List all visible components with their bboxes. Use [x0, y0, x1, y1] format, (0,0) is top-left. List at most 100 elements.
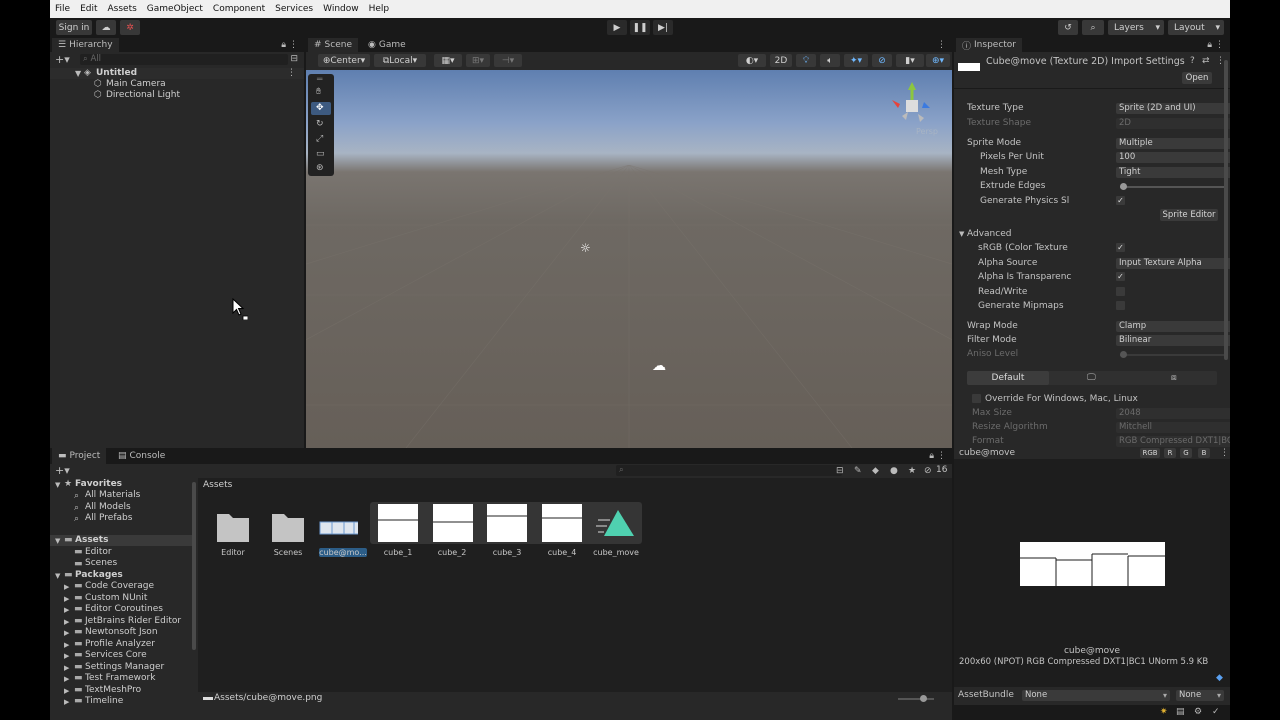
chevron-right-icon[interactable]: ▶: [64, 675, 69, 684]
texture-type-dropdown[interactable]: Sprite (2D and UI): [1116, 103, 1230, 114]
camera-gizmo-icon[interactable]: ☁: [652, 359, 666, 373]
info-icon[interactable]: ●: [890, 467, 898, 476]
chevron-right-icon[interactable]: ▶: [64, 595, 69, 604]
sign-in-button[interactable]: Sign in: [56, 20, 92, 35]
extrude-slider-track[interactable]: [1120, 186, 1228, 188]
wrap-mode-dropdown[interactable]: Clamp: [1116, 321, 1230, 332]
preset-icon[interactable]: ⇄: [1202, 57, 1210, 66]
sprite-mode-dropdown[interactable]: Multiple: [1116, 138, 1230, 149]
chevron-right-icon[interactable]: ▶: [64, 698, 69, 707]
filter-mode-dropdown[interactable]: Bilinear: [1116, 335, 1230, 346]
hand-tool-icon[interactable]: ✋︎: [316, 88, 321, 97]
audio-icon[interactable]: 🔈︎: [820, 54, 840, 67]
add-icon[interactable]: +▾: [55, 54, 70, 65]
chevron-down-icon[interactable]: ▼: [55, 537, 60, 546]
scene-row[interactable]: ▼ ◈ Untitled ⋮: [50, 68, 304, 79]
rotate-tool-icon[interactable]: ↻: [316, 120, 324, 129]
zoom-slider-track[interactable]: [898, 698, 934, 700]
chevron-down-icon[interactable]: ▼: [55, 572, 60, 581]
more-icon[interactable]: ⋮: [1215, 41, 1224, 50]
chevron-right-icon[interactable]: ▶: [64, 641, 69, 650]
channel-b-toggle[interactable]: B: [1198, 448, 1210, 458]
tree-item[interactable]: Test Framework: [85, 673, 155, 683]
cache-icon[interactable]: ▤: [1176, 708, 1185, 717]
chevron-right-icon[interactable]: ▶: [64, 652, 69, 661]
snap-icon[interactable]: ⊞▾: [466, 54, 490, 67]
pixels-per-unit-input[interactable]: 100: [1116, 152, 1230, 163]
increment-snap-icon[interactable]: ⊣▾: [494, 54, 522, 67]
lighting-icon[interactable]: 💡︎: [796, 54, 816, 67]
lock-icon[interactable]: 🔒︎: [929, 452, 934, 461]
hidden-packages-icon[interactable]: ⊘: [924, 467, 932, 476]
sprite-editor-button[interactable]: Sprite Editor: [1160, 209, 1218, 221]
tree-item[interactable]: Custom NUnit: [85, 593, 147, 603]
chevron-right-icon[interactable]: ▶: [64, 629, 69, 638]
filter-icon[interactable]: ✎: [854, 467, 862, 476]
chevron-right-icon[interactable]: ▶: [64, 687, 69, 696]
lock-icon[interactable]: 🔒︎: [1207, 41, 1212, 50]
layout-dropdown[interactable]: Layout ▾: [1168, 20, 1224, 35]
favorite-icon[interactable]: ★: [908, 467, 916, 476]
chevron-down-icon[interactable]: ▼: [959, 230, 964, 239]
sun-light-icon[interactable]: ☼: [580, 242, 591, 254]
tree-item[interactable]: All Models: [85, 502, 131, 512]
web-icon[interactable]: ⧈: [1171, 374, 1177, 383]
tree-item[interactable]: JetBrains Rider Editor: [85, 616, 181, 626]
tree-favorites[interactable]: Favorites: [75, 479, 122, 489]
tree-item[interactable]: TextMeshPro: [85, 685, 141, 695]
drag-handle-icon[interactable]: ═: [317, 76, 322, 85]
sprite-thumbnail[interactable]: [487, 504, 527, 542]
generate-mipmaps-checkbox[interactable]: [1116, 301, 1125, 310]
mode-2d-toggle[interactable]: 2D: [770, 54, 792, 67]
menu-gameobject[interactable]: GameObject: [142, 4, 208, 14]
lock-icon[interactable]: 🔒︎: [281, 41, 286, 50]
scene-viewport[interactable]: ═ ✋︎ ✥ ↻ ⤢ ▭ ⊛ Persp ☼ ☁: [306, 70, 952, 448]
assetbundle-dropdown[interactable]: None: [1022, 690, 1170, 701]
zoom-slider-handle[interactable]: [920, 695, 927, 702]
sprite-thumbnail[interactable]: [433, 504, 473, 542]
read-write-checkbox[interactable]: [1116, 287, 1125, 296]
tab-scene[interactable]: # Scene: [308, 38, 358, 52]
advanced-foldout[interactable]: Advanced: [967, 229, 1011, 239]
play-button[interactable]: ▶: [607, 20, 627, 35]
menu-help[interactable]: Help: [364, 4, 395, 14]
help-icon[interactable]: ?: [1190, 57, 1195, 66]
collab-icon[interactable]: ✲: [120, 20, 140, 35]
more-icon[interactable]: ⋮: [289, 41, 298, 50]
menu-assets[interactable]: Assets: [103, 4, 142, 14]
hierarchy-search-input[interactable]: ⌕ All: [80, 54, 288, 65]
camera-icon[interactable]: ▮▾: [896, 54, 924, 67]
tag-icon[interactable]: ◆: [1216, 674, 1223, 683]
breadcrumb[interactable]: Assets: [203, 480, 232, 490]
tree-item[interactable]: Code Coverage: [85, 581, 154, 591]
more-icon[interactable]: ⋮: [287, 69, 296, 78]
tree-scrollbar[interactable]: [192, 482, 196, 650]
tree-item[interactable]: All Prefabs: [85, 513, 132, 523]
inspector-scrollbar[interactable]: [1224, 60, 1228, 360]
alpha-transparency-checkbox[interactable]: ✓: [1116, 272, 1125, 281]
scale-tool-icon[interactable]: ⤢: [316, 135, 323, 144]
channel-g-toggle[interactable]: G: [1180, 448, 1192, 458]
tab-console[interactable]: ▤ Console: [112, 448, 172, 464]
search-by-type-icon[interactable]: ⊟: [836, 467, 844, 476]
orientation-gizmo[interactable]: Persp: [884, 78, 940, 140]
monitor-icon[interactable]: 🖵︎: [1087, 374, 1096, 383]
generate-physics-checkbox[interactable]: ✓: [1116, 196, 1125, 205]
menu-file[interactable]: File: [50, 4, 75, 14]
menu-edit[interactable]: Edit: [75, 4, 102, 14]
more-icon[interactable]: ⋮: [1220, 449, 1229, 458]
tree-item[interactable]: All Materials: [85, 490, 140, 500]
chevron-right-icon[interactable]: ▶: [64, 618, 69, 627]
platform-tab-default[interactable]: Default: [967, 371, 1049, 385]
history-icon[interactable]: ↺: [1058, 20, 1078, 35]
grid-snap-icon[interactable]: ▦▾: [434, 54, 462, 67]
tree-item[interactable]: Scenes: [85, 558, 117, 568]
cloud-icon[interactable]: ☁: [96, 20, 116, 35]
space-local-dropdown[interactable]: ⧉ Local ▾: [374, 54, 426, 67]
list-item[interactable]: ⬡ Main Camera: [50, 79, 304, 90]
transform-tool-icon[interactable]: ⊛: [316, 164, 324, 173]
chevron-down-icon[interactable]: ▼: [55, 481, 60, 490]
progress-icon[interactable]: ✷: [1160, 708, 1168, 717]
chevron-down-icon[interactable]: ▼: [75, 69, 81, 78]
override-checkbox[interactable]: [972, 394, 981, 403]
